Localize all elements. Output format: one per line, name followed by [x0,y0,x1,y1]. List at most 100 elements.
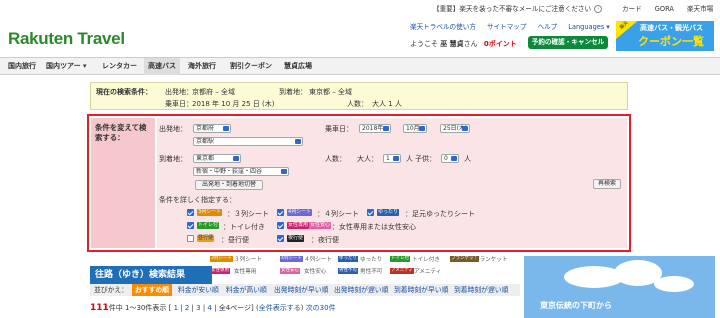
tag-legend: 3列シート ３列シート 4列シート ４列シート ゆったり ゆったり トイレ付 トイレ付き… [210,256,508,275]
form-side-label: 条件を変えて検索する： [91,118,155,248]
next-page-link[interactable]: 次の30件 [306,304,336,312]
chevron-down-icon [383,126,389,131]
languages-dropdown[interactable]: Languages ▾ [568,23,609,31]
pager: 111件中 1〜30件表示 [ 1 | 2 | 3 | 4 | 全4ページ] (… [90,303,336,313]
current-conditions: 現在の検索条件： 出発地： 京都府 – 全域 到着地： 東京都 – 全域 乗車日… [90,82,628,110]
page-2[interactable]: 2 [185,304,189,312]
nav-domestic-tour[interactable]: 国内ツアー ▾ [46,58,87,75]
link-help[interactable]: ヘルプ [538,23,558,31]
bus-coupon-banner[interactable]: 楽天 高速バス・観光バス クーポン一覧 [616,21,714,51]
banner-line1: 高速バス・観光バス [640,24,703,32]
chevron-down-icon [233,156,239,161]
legend-tag-amenity: アメニティ [390,268,415,274]
year-select[interactable]: 2018年 [359,124,391,133]
page: { "topbar":{"notice":"【重要】楽天を装った不審なメールにご… [0,0,720,318]
link-how-to-use[interactable]: 楽天トラベルの使い方 [410,23,476,31]
sort-price-asc[interactable]: 料金が安い順 [178,284,219,296]
side-ad-banner[interactable]: 東京伝統の下町から [524,256,715,318]
legend-tag-women-safe: 女性安心 [280,268,300,274]
current-arrival: 東京都 – 全域 [309,88,352,96]
tag-3row: 3列シート [197,209,223,216]
arrival-area-select[interactable]: 新宿・中野・荻窪・四谷 [193,167,289,176]
current-people: 大人 1 人 [372,100,402,108]
ad-text: 東京伝統の下町から [540,301,612,310]
departure-prefecture-select[interactable]: 京都府 [193,124,231,133]
chevron-down-icon [281,169,287,174]
header-links: 楽天トラベルの使い方 サイトマップ ヘルプ Languages ▾ [410,21,621,31]
month-select[interactable]: 10月 [403,124,427,133]
sort-recommended[interactable]: おすすめ順 [132,284,172,296]
research-button[interactable]: 再検索 [593,179,621,189]
chevron-down-icon [451,156,457,161]
nav-plaza[interactable]: 慧貞広場 [284,58,312,75]
tag-women-only: 女性専用 [287,222,310,229]
important-notice[interactable]: 【重要】楽天を装った不審なメールにご注意ください › [433,3,603,13]
nav-coupon[interactable]: 割引クーポン [230,58,272,75]
page-1[interactable]: 1 [174,304,178,312]
option-4row-checkbox[interactable] [277,209,284,216]
legend-tag-legroom: ゆったり [338,256,358,262]
tag-women-safe: 女性安心 [309,222,332,229]
tag-legroom: ゆったり [377,209,400,216]
search-form: 条件を変えて検索する： 出発地： 京都府 京都駅 到着地： 東京都 新宿・中野・… [87,114,631,252]
sort-arrive-late[interactable]: 到着時刻が遅い順 [454,284,508,296]
day-select[interactable]: 25日(木) [440,124,470,133]
current-departure: 京都府 – 全域 [192,88,235,96]
option-day-checkbox[interactable] [187,235,194,242]
toplink-card[interactable]: カード [622,5,642,13]
legend-tag-toilet: トイレ付 [390,256,410,262]
tag-4row: 4列シート [287,209,313,216]
legend-tag-4row: 4列シート [280,256,303,262]
option-toilet-checkbox[interactable] [187,222,194,229]
sort-bar: 並びかえ： おすすめ順 料金が安い順 料金が高い順 出発時刻が早い順 出発時刻が… [90,284,520,296]
ad-cloud [654,276,694,292]
chevron-right-icon: › [594,5,603,13]
top-links: カード GORA 楽天市場 [622,3,720,13]
current-date: 2018 年 10 月 25 日 (木) [192,100,275,108]
option-night-checkbox[interactable] [277,235,284,242]
adult-select[interactable]: 1 [383,154,401,163]
banner-line2: クーポン一覧 [638,35,704,48]
toplink-ichiba[interactable]: 楽天市場 [687,5,713,13]
link-sitemap[interactable]: サイトマップ [487,23,527,31]
child-select[interactable]: 0 [441,154,459,163]
toplink-gora[interactable]: GORA [655,5,674,13]
nav-domestic[interactable]: 国内旅行 [8,58,36,75]
legend-tag-3row: 3列シート [210,256,233,262]
option-women-checkbox[interactable] [277,222,284,229]
swap-button[interactable]: 出発地・到着地切替 [195,180,263,190]
departure-station-select[interactable]: 京都駅 [193,137,303,146]
tag-toilet: トイレ付 [197,222,220,229]
global-nav: 国内旅行 国内ツアー ▾ レンタカー 高速バス 海外旅行 割引クーポン 慧貞広場 [0,57,720,75]
legend-tag-no-men: 男性不可 [338,268,358,274]
chevron-down-icon [419,126,425,131]
arrival-prefecture-select[interactable]: 東京都 [193,154,241,163]
tag-day-bus: 昼行便 [197,235,215,242]
points-balance[interactable]: 0ポイント [484,40,517,48]
sort-depart-late[interactable]: 出発時刻が遅い順 [334,284,388,296]
rakuten-travel-logo[interactable]: Rakuten Travel [8,29,125,49]
nav-overseas[interactable]: 海外旅行 [188,58,216,75]
legend-tag-women-only: 女性専用 [210,268,230,274]
sort-price-desc[interactable]: 料金が高い順 [226,284,267,296]
chevron-down-icon [295,139,301,144]
page-4[interactable]: 4 [207,304,211,312]
sort-depart-early[interactable]: 出発時刻が早い順 [274,284,328,296]
form-main: 出発地： 京都府 京都駅 到着地： 東京都 新宿・中野・荻窪・四谷 出発地・到着… [157,118,627,248]
user-name[interactable]: 巫 慧貞 [440,40,463,48]
reservation-button[interactable]: 予約の確認・キャンセル [528,36,608,49]
welcome-message: ようこそ 巫 慧貞さん 0ポイント [410,40,517,48]
show-all-link[interactable]: 全件表示する [259,304,301,312]
chevron-down-icon [462,126,468,131]
results-title: 往路（ゆき）検索結果 [90,266,212,284]
result-count: 111 [90,303,109,313]
chevron-down-icon [393,156,399,161]
nav-rental-car[interactable]: レンタカー [102,58,137,75]
sort-arrive-early[interactable]: 到着時刻が早い順 [394,284,448,296]
page-3[interactable]: 3 [196,304,200,312]
chevron-down-icon [223,126,229,131]
nav-highway-bus[interactable]: 高速バス [144,58,180,75]
tag-night-bus: 夜行便 [287,235,305,242]
option-3row-checkbox[interactable] [187,209,194,216]
option-legroom-checkbox[interactable] [367,209,374,216]
